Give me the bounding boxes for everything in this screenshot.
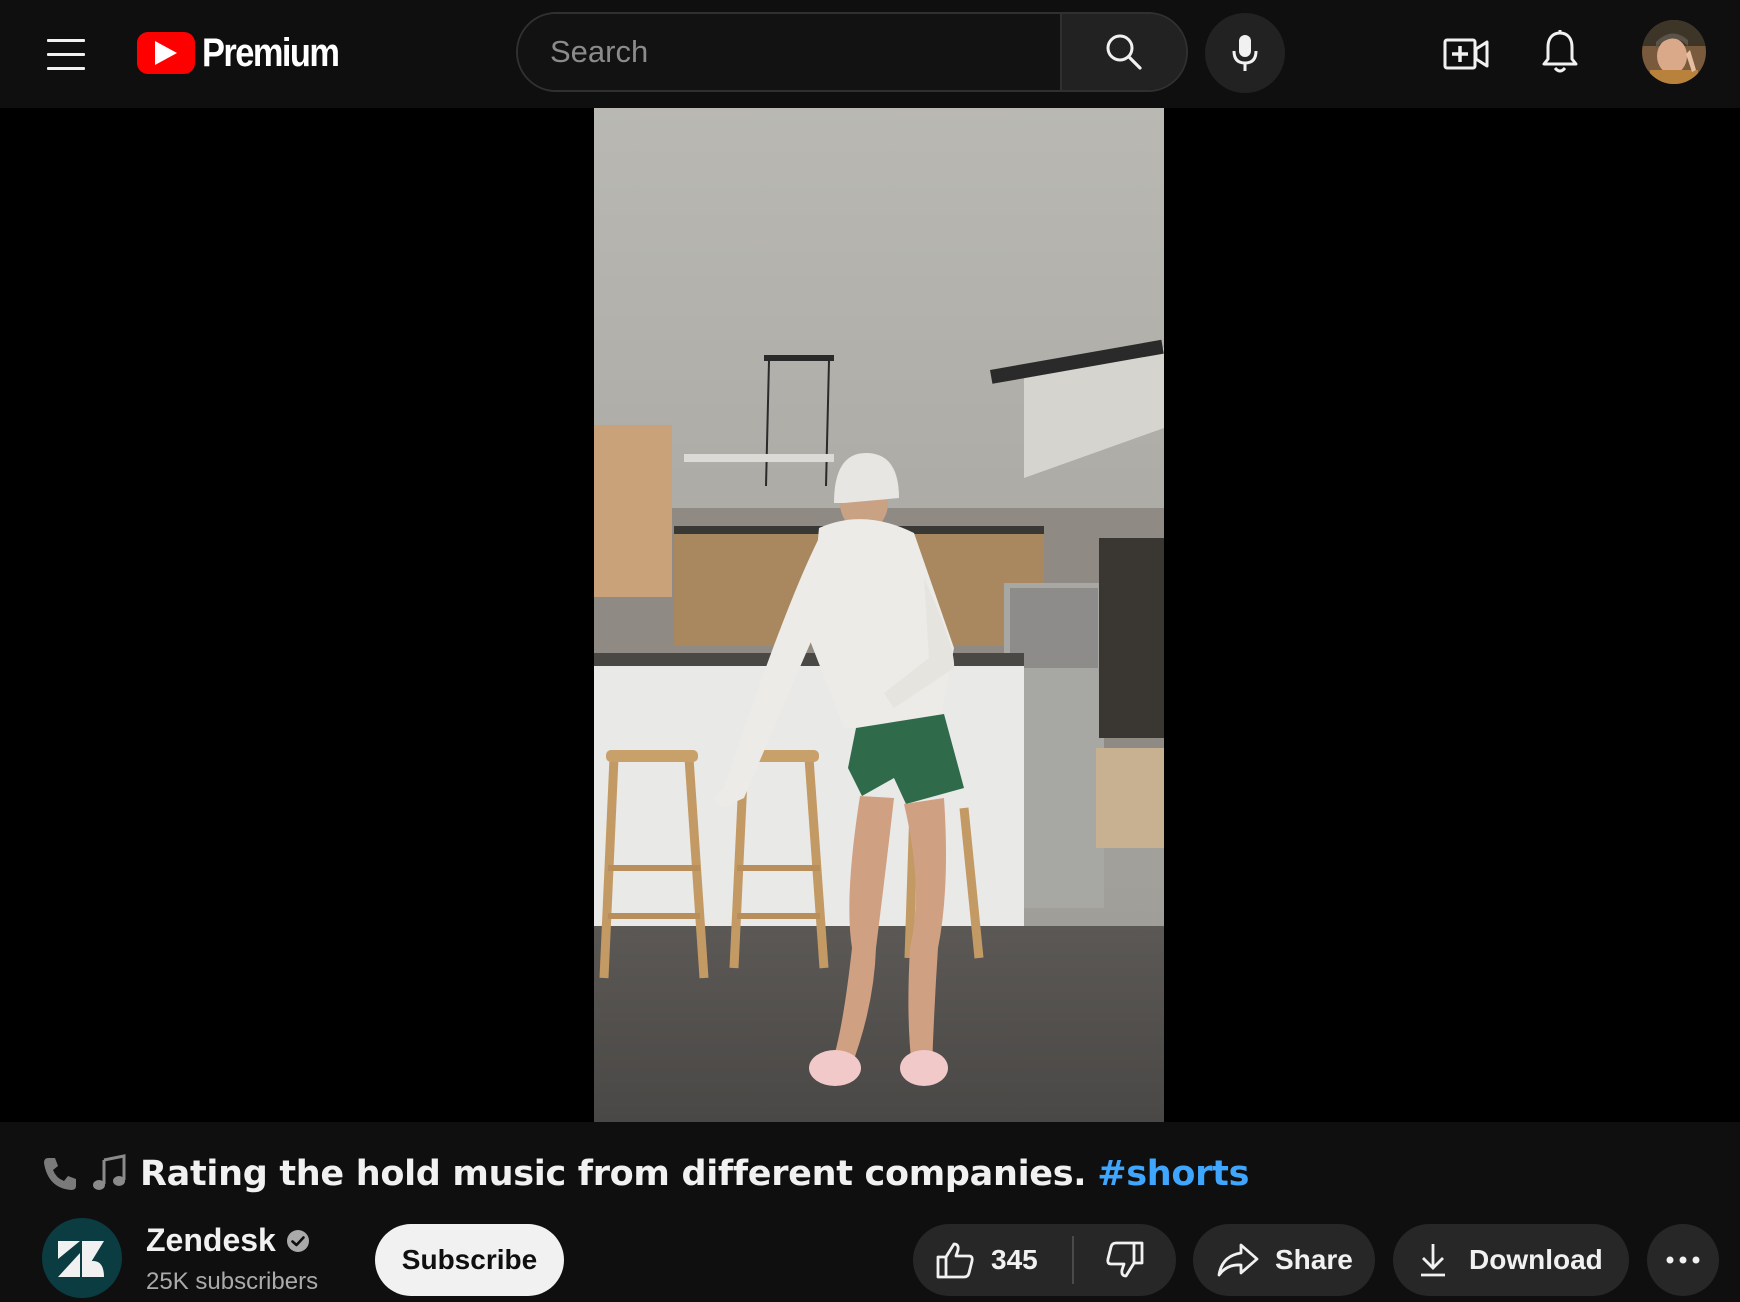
shorts-player (0, 108, 1740, 1122)
user-avatar[interactable] (1642, 20, 1706, 84)
like-dislike-group: 345 (913, 1224, 1176, 1296)
thumbs-up-icon (936, 1242, 974, 1279)
channel-name-text: Zendesk (146, 1222, 276, 1258)
channel-avatar[interactable] (42, 1218, 122, 1298)
microphone-icon (1232, 35, 1258, 71)
bell-icon (1542, 30, 1578, 73)
logo-text: Premium (202, 30, 340, 75)
video-frame[interactable] (594, 108, 1164, 1122)
search-button[interactable] (1060, 14, 1186, 90)
youtube-premium-logo[interactable]: Premium (137, 28, 361, 78)
share-button[interactable]: Share (1193, 1224, 1375, 1296)
channel-name[interactable]: Zendesk (146, 1222, 310, 1259)
hamburger-icon (47, 38, 85, 42)
menu-button[interactable] (28, 24, 104, 84)
verified-badge-icon (286, 1229, 309, 1252)
subscriber-count: 25K subscribers (146, 1268, 319, 1295)
search-input[interactable] (518, 14, 1060, 90)
notifications-button[interactable] (1530, 22, 1590, 82)
more-actions-button[interactable] (1647, 1224, 1719, 1296)
video-title: Rating the hold music from different com… (40, 1148, 1249, 1200)
share-label: Share (1275, 1244, 1353, 1275)
zendesk-logo-icon (58, 1241, 104, 1277)
music-notes-icon (90, 1154, 130, 1194)
download-label: Download (1469, 1244, 1603, 1275)
create-button[interactable] (1436, 24, 1496, 84)
share-arrow-icon (1217, 1243, 1259, 1277)
subscribe-button[interactable]: Subscribe (375, 1224, 564, 1296)
thumbs-down-icon (1106, 1241, 1144, 1278)
dislike-button[interactable] (1074, 1224, 1176, 1296)
voice-search-button[interactable] (1205, 13, 1285, 93)
youtube-play-icon (137, 32, 195, 74)
top-bar: Premium (0, 0, 1740, 108)
video-title-text: Rating the hold music from different com… (140, 1154, 1087, 1194)
more-horizontal-icon (1666, 1256, 1700, 1264)
search-box (516, 12, 1188, 92)
like-count: 345 (991, 1244, 1038, 1275)
search-icon (1106, 34, 1142, 70)
download-button[interactable]: Download (1393, 1224, 1629, 1296)
download-icon (1421, 1244, 1445, 1277)
hashtag-link[interactable]: #shorts (1097, 1154, 1249, 1194)
video-plus-icon (1443, 38, 1489, 70)
like-button[interactable]: 345 (913, 1224, 1072, 1296)
phone-icon (40, 1154, 80, 1194)
